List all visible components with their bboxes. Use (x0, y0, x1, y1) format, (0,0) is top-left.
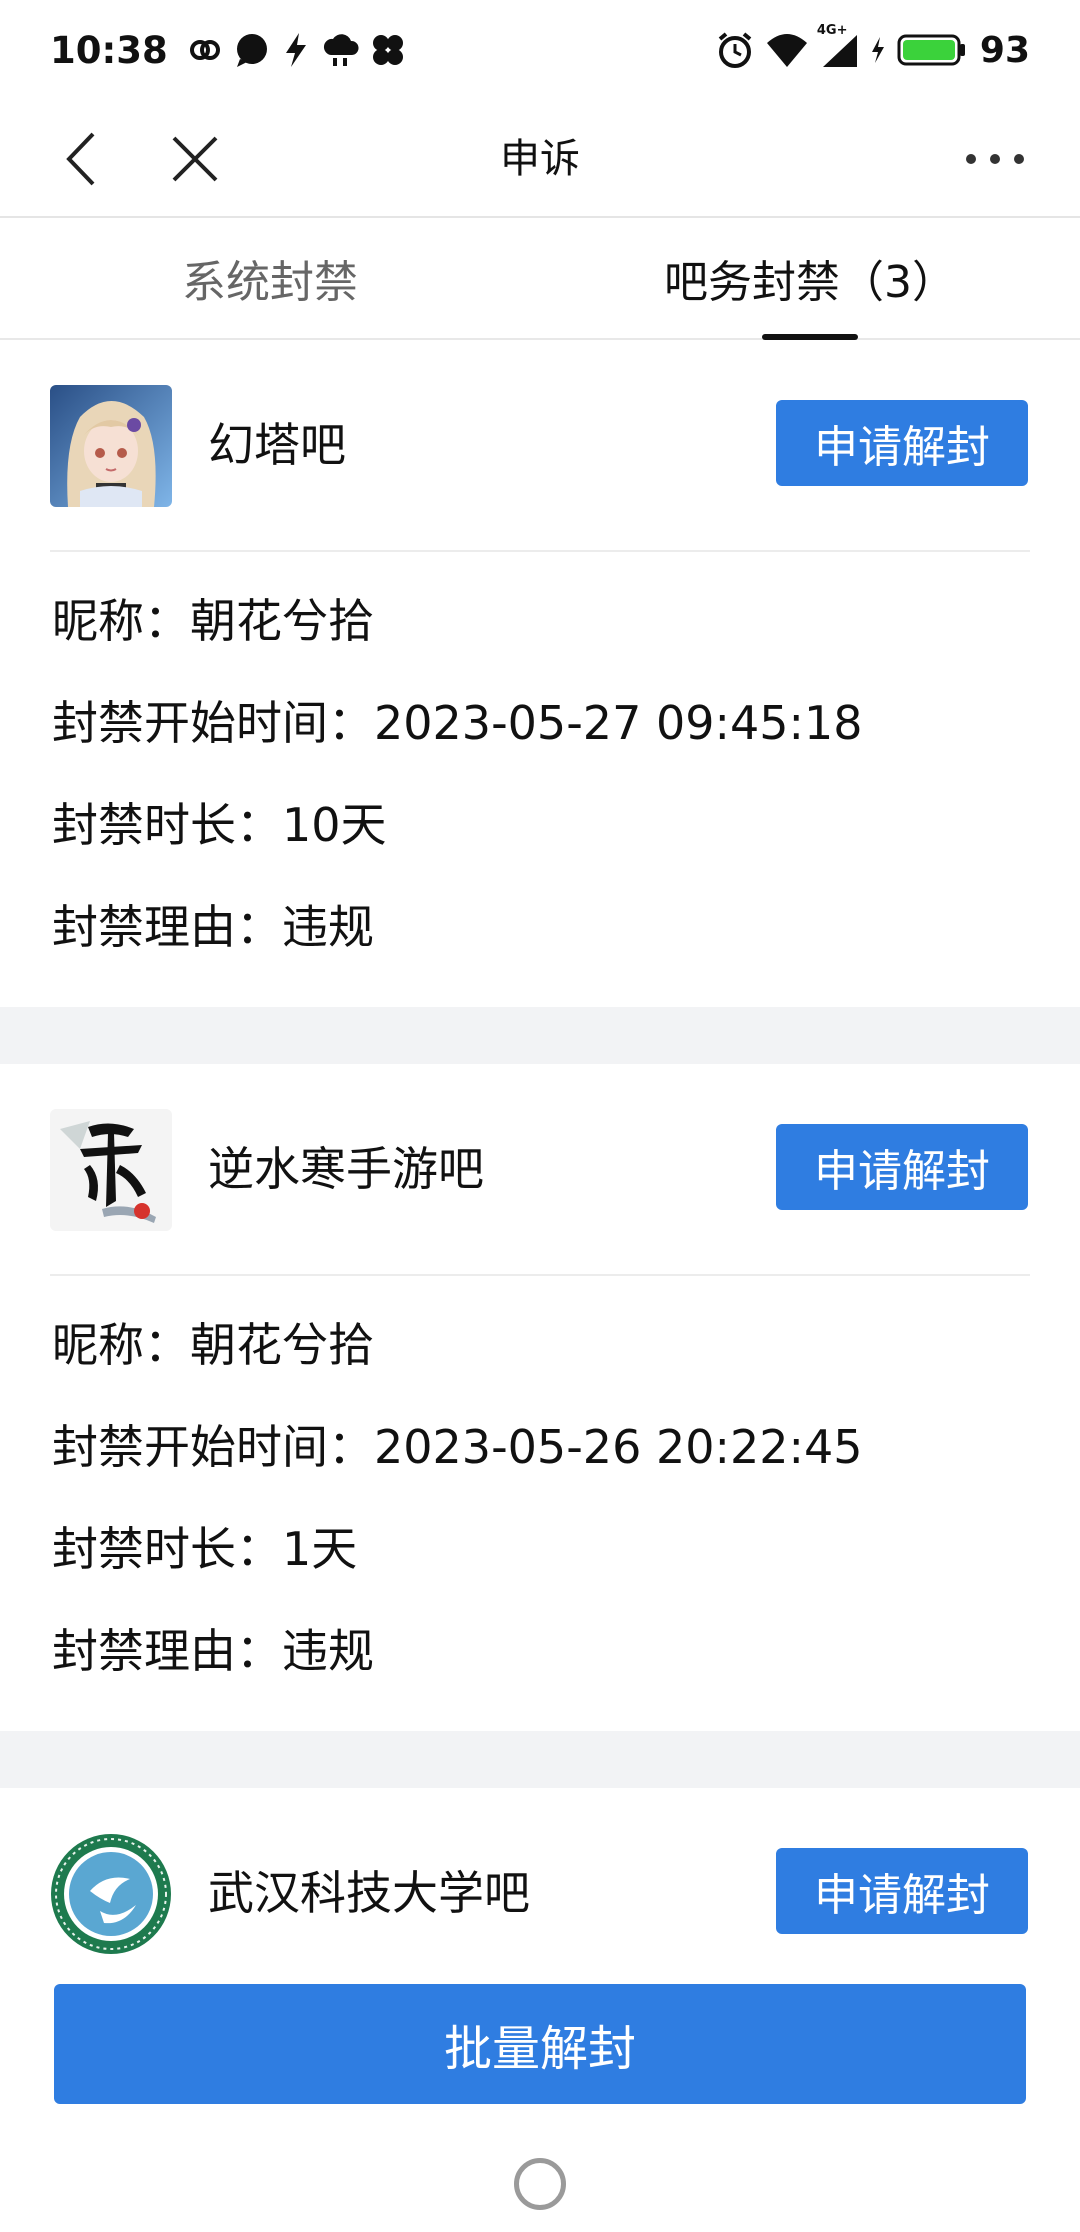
tab-bar: 系统封禁 吧务封禁（3） (0, 218, 1080, 340)
bolt-icon (281, 31, 311, 69)
nickname-row: 昵称：朝花兮拾 (52, 1318, 374, 1372)
request-unban-button[interactable]: 申请解封 (776, 1124, 1028, 1210)
forum-avatar[interactable] (50, 385, 172, 507)
card-header: 逆水寒手游吧 申请解封 (0, 1064, 1080, 1274)
chevron-left-icon (66, 132, 95, 186)
section-gap (0, 1731, 1080, 1788)
clover-icon (371, 33, 405, 67)
request-unban-button[interactable]: 申请解封 (776, 1848, 1028, 1934)
message-icon (233, 31, 271, 69)
more-icon (966, 154, 1024, 164)
forum-avatar[interactable] (50, 1109, 172, 1231)
ban-duration-row: 封禁时长：10天 (52, 798, 387, 852)
forum-avatar[interactable] (50, 1833, 172, 1955)
charging-icon (869, 35, 887, 65)
ban-card: 幻塔吧 申请解封 昵称：朝花兮拾 封禁开始时间：2023-05-27 09:45… (0, 340, 1080, 1007)
more-button[interactable] (960, 124, 1030, 194)
alarm-icon (715, 30, 755, 70)
ban-start-row: 封禁开始时间：2023-05-27 09:45:18 (52, 696, 863, 750)
network-label: 4G+ (816, 23, 848, 38)
tab-label: 系统封禁 (182, 257, 358, 308)
batch-unban-button[interactable]: 批量解封 (54, 1984, 1026, 2104)
wifi-icon (765, 31, 809, 69)
ban-info: 昵称：朝花兮拾 封禁开始时间：2023-05-27 09:45:18 封禁时长：… (52, 570, 1030, 978)
status-left: 10:38 (50, 29, 410, 72)
tab-forum-ban[interactable]: 吧务封禁（3） (540, 218, 1080, 340)
ban-reason-row: 封禁理由：违规 (52, 1624, 374, 1678)
navigation-bar: 申诉 (0, 100, 1080, 218)
link-icon (187, 32, 223, 68)
request-unban-button[interactable]: 申请解封 (776, 400, 1028, 486)
university-emblem-icon (51, 1834, 171, 1954)
forum-name[interactable]: 武汉科技大学吧 (208, 1788, 530, 1998)
divider (50, 1274, 1030, 1276)
ban-info: 昵称：朝花兮拾 封禁开始时间：2023-05-26 20:22:45 封禁时长：… (52, 1294, 1030, 1702)
divider (50, 550, 1030, 552)
nickname-row: 昵称：朝花兮拾 (52, 594, 374, 648)
card-header: 幻塔吧 申请解封 (0, 340, 1080, 550)
close-icon (172, 136, 218, 182)
cloud-rain-icon (321, 31, 361, 69)
tab-label: 吧务封禁（3） (664, 257, 956, 308)
battery-icon (897, 32, 967, 68)
home-button-icon[interactable] (514, 2158, 566, 2210)
signal-icon: 4G+ (817, 23, 859, 69)
forum-name[interactable]: 幻塔吧 (208, 340, 346, 550)
section-gap (0, 1007, 1080, 1064)
ban-duration-row: 封禁时长：1天 (52, 1522, 358, 1576)
anime-girl-avatar-icon (50, 385, 172, 507)
forum-name[interactable]: 逆水寒手游吧 (208, 1064, 484, 1274)
card-header: 武汉科技大学吧 申请解封 (0, 1788, 1080, 1998)
battery-percent: 93 (979, 29, 1030, 71)
back-button[interactable] (50, 124, 110, 194)
ban-card: 逆水寒手游吧 申请解封 昵称：朝花兮拾 封禁开始时间：2023-05-26 20… (0, 1064, 1080, 1731)
tab-system-ban[interactable]: 系统封禁 (0, 218, 540, 338)
ban-reason-row: 封禁理由：违规 (52, 900, 374, 954)
calligraphy-logo-icon (50, 1109, 172, 1231)
status-bar: 10:38 4G+ 93 (0, 0, 1080, 100)
status-right: 4G+ 93 (710, 23, 1030, 71)
close-button[interactable] (160, 124, 230, 194)
status-time: 10:38 (50, 28, 168, 72)
ban-start-row: 封禁开始时间：2023-05-26 20:22:45 (52, 1420, 863, 1474)
